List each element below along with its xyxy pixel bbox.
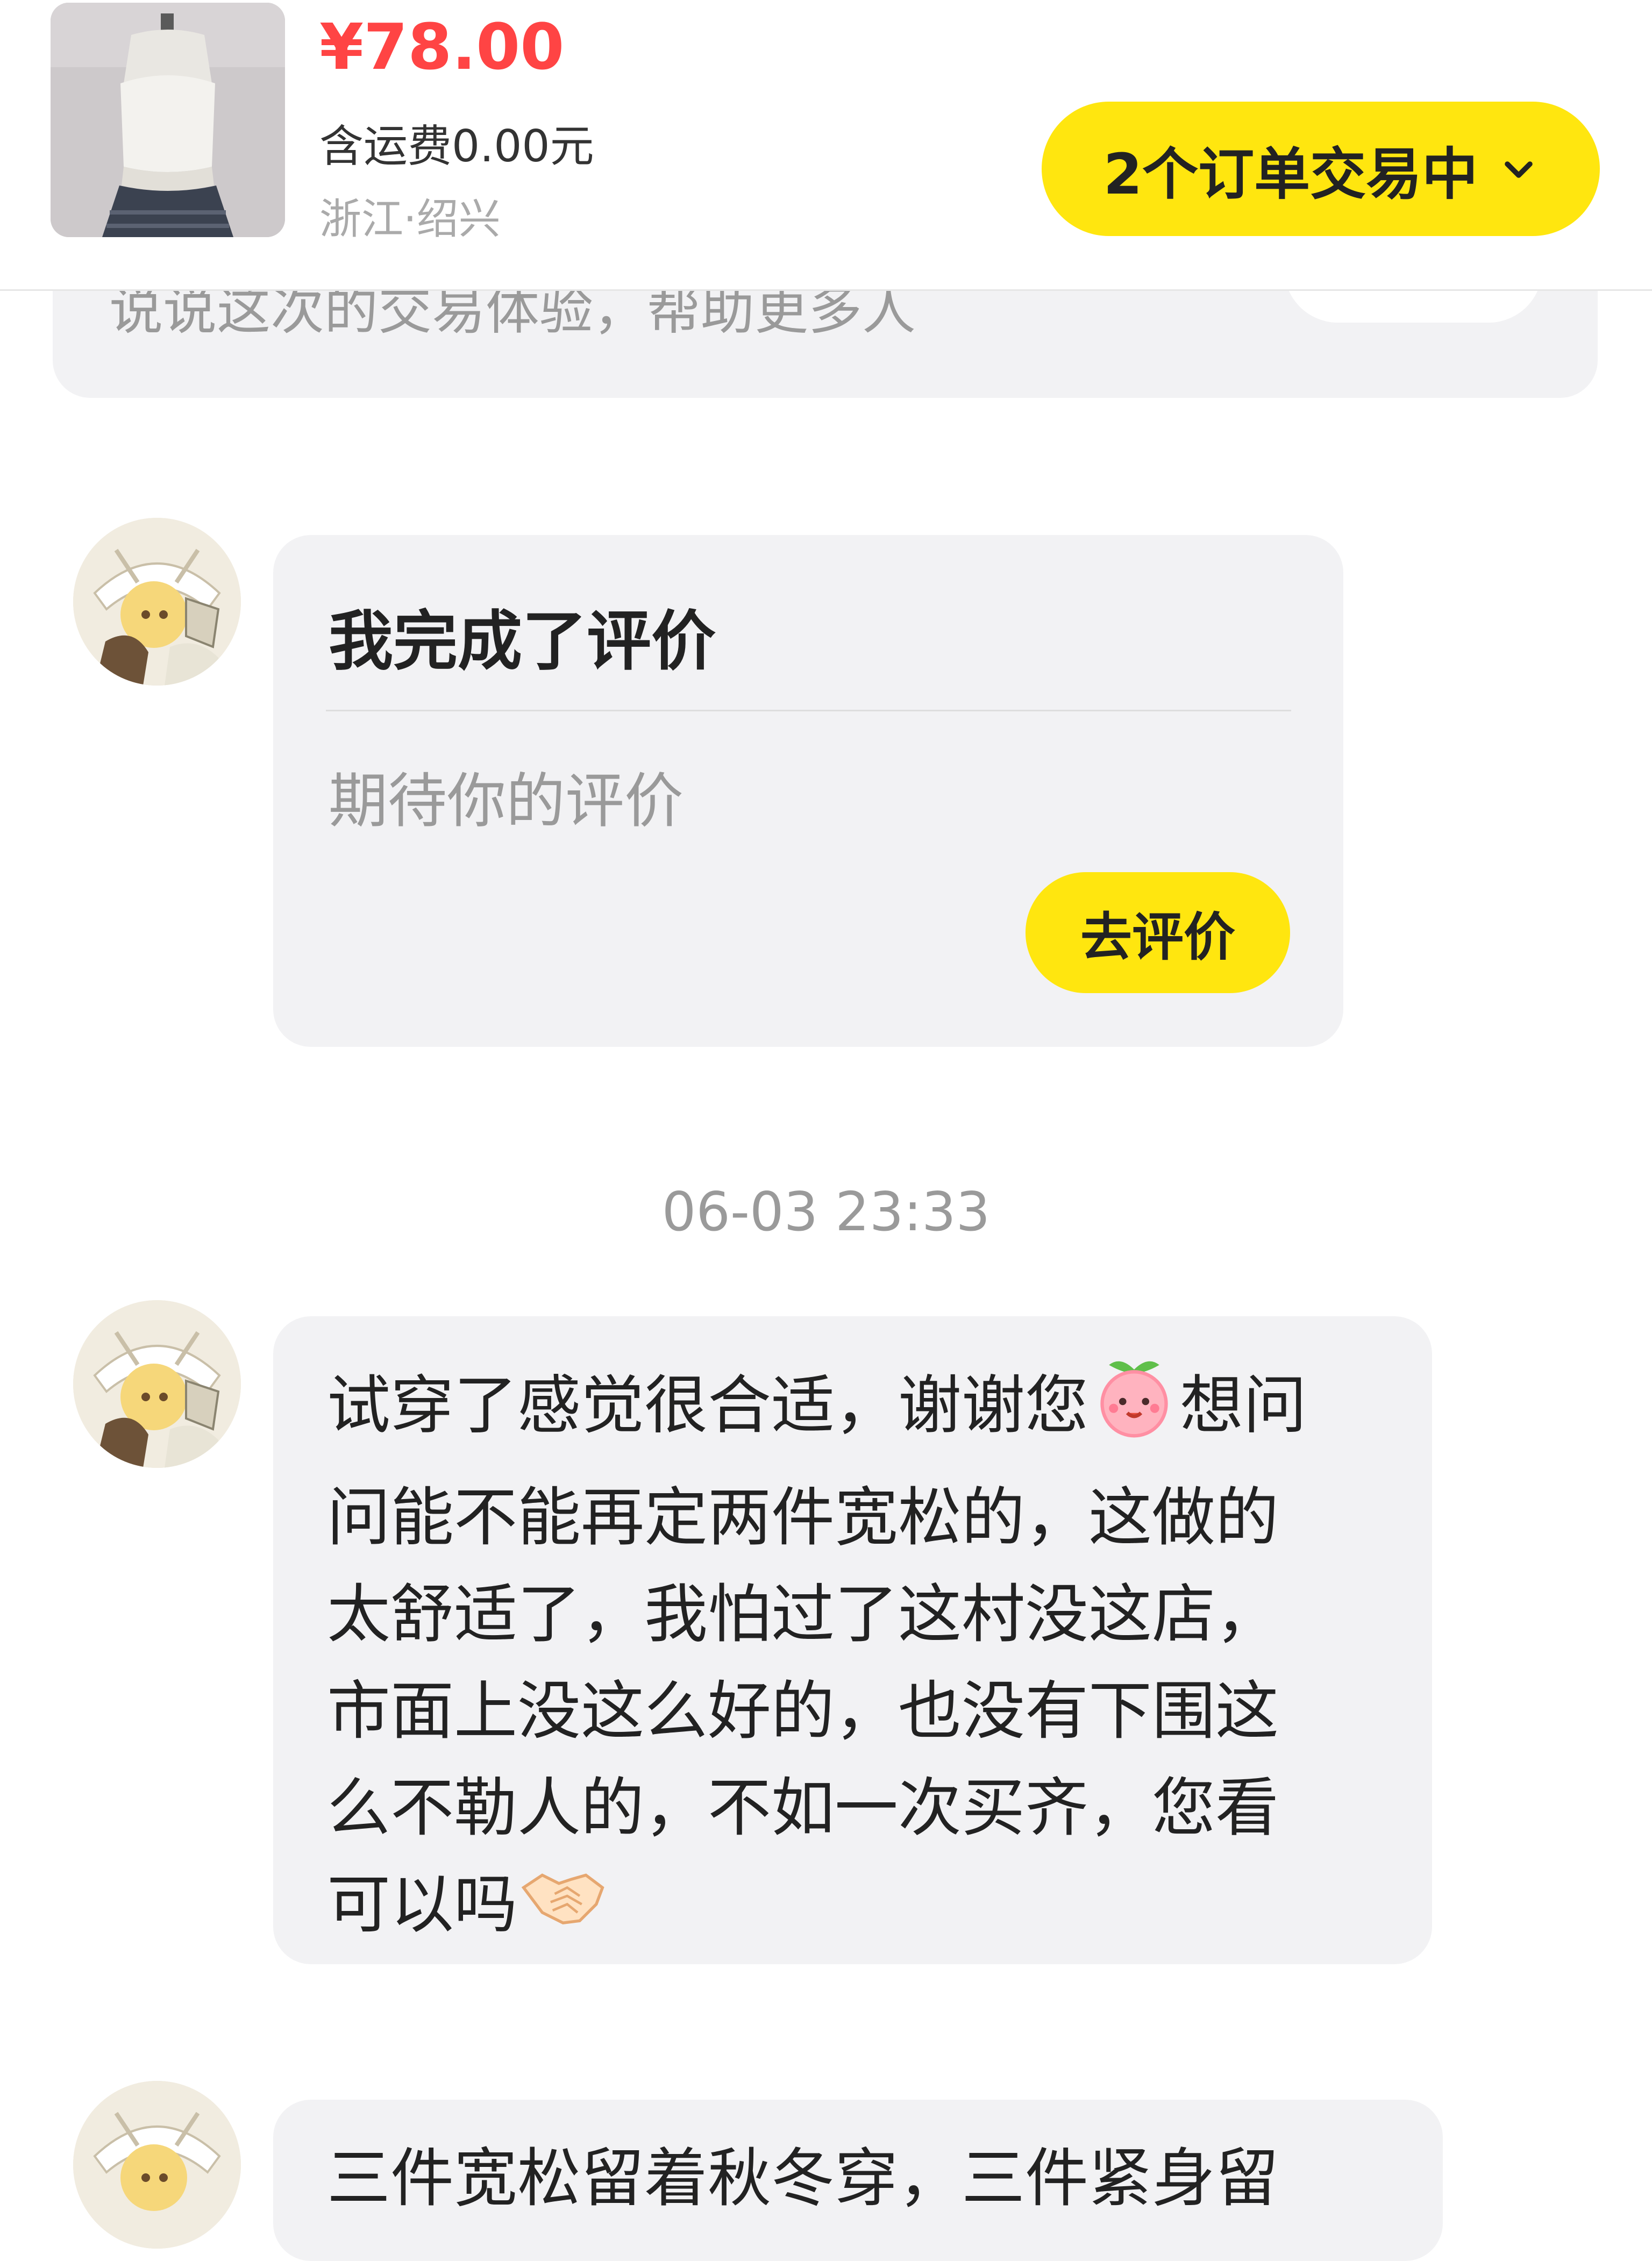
message-bubble[interactable]: 试穿了感觉很合适，谢谢您 想问 问能不能再定两件宽松的，这做的 太舒适了，我怕过了… [273,1316,1432,1964]
go-review-button[interactable]: 去评价 [1026,872,1290,993]
message-line: 太舒适了，我怕过了这村没这店， [327,1577,1279,1651]
message-line-text: 可以吗 [327,1867,518,1942]
product-header: ¥78.00 含运费0.00元 浙江·绍兴 2个订单交易中 [0,0,1652,291]
anime-avatar-icon [73,1300,241,1468]
anime-avatar-icon [73,2081,241,2249]
avatar[interactable] [73,2081,241,2249]
orders-in-progress-button[interactable]: 2个订单交易中 [1042,102,1600,236]
message-bubble[interactable]: 三件宽松留着秋冬穿，三件紧身留 [273,2100,1443,2261]
message-text: 三件宽松留着秋冬穿，三件紧身留 [327,2141,1279,2215]
review-completed-card: 我完成了评价 期待你的评价 去评价 [273,535,1343,1047]
review-card-title: 我完成了评价 [329,604,716,679]
product-price: ¥78.00 [319,10,565,84]
message-line-text: 试穿了感觉很合适，谢谢您 [327,1368,1089,1443]
message-line: 试穿了感觉很合适，谢谢您 想问 [327,1351,1392,1469]
go-review-button-label: 去评价 [1080,907,1235,967]
product-photo-icon [51,3,285,237]
shipping-info: 含运费0.00元 [319,121,594,172]
message-line: 市面上没这么好的，也没有下围这 [327,1674,1279,1748]
message-text: 试穿了感觉很合适，谢谢您 想问 问能不能再定两件宽松的，这做的 太舒适了，我怕过了… [327,1351,1392,1960]
chevron-down-icon [1505,161,1533,178]
message-line: 么不勒人的，不如一次买齐，您看 [327,1771,1279,1845]
message-line: 可以吗 [327,1856,1392,1960]
handshake-emoji-icon [517,1858,609,1960]
avatar[interactable] [73,1300,241,1468]
seller-location: 浙江·绍兴 [319,195,501,244]
message-timestamp: 06-03 23:33 [661,1180,991,1243]
message-line-text: 想问 [1180,1368,1307,1443]
product-thumbnail[interactable] [51,3,285,237]
anime-avatar-icon [73,518,241,686]
peach-emoji-icon [1088,1351,1180,1469]
message-line: 问能不能再定两件宽松的，这做的 [327,1480,1279,1554]
review-card-subtitle: 期待你的评价 [329,767,683,836]
avatar[interactable] [73,518,241,686]
orders-button-label: 2个订单交易中 [1103,141,1478,207]
divider [326,710,1291,711]
